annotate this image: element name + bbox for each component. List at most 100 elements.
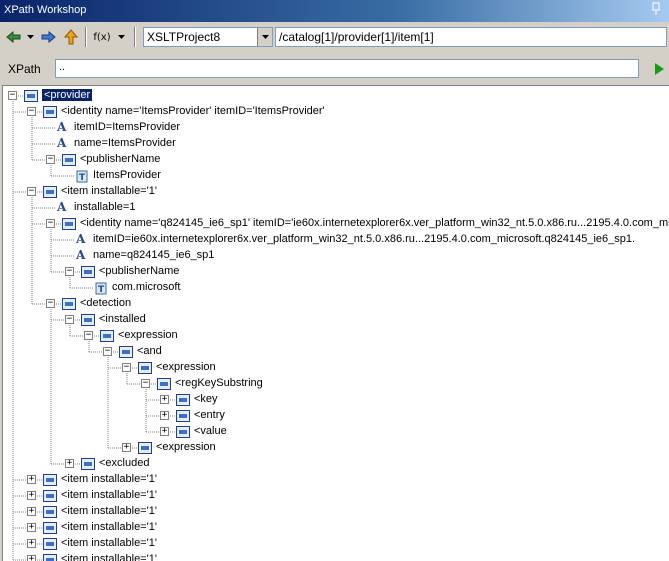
attribute-node-icon: A xyxy=(57,200,67,214)
collapse-node-button[interactable]: − xyxy=(46,155,55,164)
tree-node-label[interactable]: <value xyxy=(194,425,227,437)
tree-node-label[interactable]: itemID=ItemsProvider xyxy=(74,121,180,133)
collapse-node-button[interactable]: − xyxy=(46,299,55,308)
xpath-input[interactable]: .. xyxy=(55,59,639,78)
collapse-node-button[interactable]: − xyxy=(27,187,36,196)
function-dropdown-button[interactable] xyxy=(115,27,127,47)
tree-node-label[interactable]: installable=1 xyxy=(74,201,135,213)
element-node-icon xyxy=(43,554,57,561)
attribute-node-icon: A xyxy=(76,248,86,262)
tree-node-label[interactable]: <publisherName xyxy=(80,153,160,165)
function-button[interactable]: f(x) xyxy=(91,27,113,47)
expand-node-button[interactable]: + xyxy=(27,475,36,484)
forward-button[interactable] xyxy=(38,27,58,47)
tree-node-label[interactable]: <item installable='1' xyxy=(61,521,157,533)
element-node-icon xyxy=(176,394,190,406)
expand-node-button[interactable]: + xyxy=(27,555,36,561)
tree-node-label[interactable]: <item installable='1' xyxy=(61,505,157,517)
element-node-icon xyxy=(43,106,57,118)
up-button[interactable] xyxy=(61,27,81,47)
expand-node-button[interactable]: + xyxy=(27,539,36,548)
title-bar: XPath Workshop xyxy=(0,0,669,22)
expand-node-button[interactable]: + xyxy=(160,411,169,420)
tree-node-label[interactable]: ItemsProvider xyxy=(93,169,161,181)
tree-node-label[interactable]: itemID=ie60x.internetexplorer6x.ver_plat… xyxy=(93,233,635,245)
tree-node-label[interactable]: <and xyxy=(137,345,162,357)
text-node-icon: T xyxy=(76,170,88,183)
project-select[interactable]: XSLTProject8 xyxy=(143,27,273,47)
expand-node-button[interactable]: + xyxy=(27,523,36,532)
expand-node-button[interactable]: + xyxy=(65,459,74,468)
collapse-node-button[interactable]: − xyxy=(103,347,112,356)
element-node-icon xyxy=(43,522,57,534)
collapse-node-button[interactable]: − xyxy=(65,315,74,324)
tree-node-label[interactable]: <item installable='1' xyxy=(61,489,157,501)
collapse-node-button[interactable]: − xyxy=(141,379,150,388)
back-arrow-icon xyxy=(6,30,21,44)
element-node-icon xyxy=(62,154,76,166)
chevron-down-icon[interactable] xyxy=(257,28,272,46)
element-node-icon xyxy=(81,266,95,278)
tree-node-label[interactable]: <installed xyxy=(99,313,146,325)
tree-node-label[interactable]: <expression xyxy=(156,361,216,373)
collapse-node-button[interactable]: − xyxy=(65,267,74,276)
tree-node-label[interactable]: com.microsoft xyxy=(112,281,180,293)
tree-node-label[interactable]: <detection xyxy=(80,297,131,309)
current-path-field[interactable]: /catalog[1]/provider[1]/item[1] xyxy=(275,27,667,47)
play-icon xyxy=(655,63,664,75)
tree-node-label[interactable]: <expression xyxy=(118,329,178,341)
up-arrow-icon xyxy=(64,29,78,45)
tree-node-label[interactable]: <identity name='ItemsProvider' itemID='I… xyxy=(61,105,325,117)
element-node-icon xyxy=(138,362,152,374)
collapse-node-button[interactable]: − xyxy=(84,331,93,340)
xpath-input-value: .. xyxy=(59,61,66,73)
collapse-node-button[interactable]: − xyxy=(27,107,36,116)
selected-tree-node-label[interactable]: <provider xyxy=(42,89,93,101)
xpath-row: XPath .. xyxy=(0,58,669,80)
element-node-icon xyxy=(43,490,57,502)
expand-node-button[interactable]: + xyxy=(27,507,36,516)
tree-node-label[interactable]: <expression xyxy=(156,441,216,453)
element-node-icon xyxy=(81,314,95,326)
element-node-icon xyxy=(43,506,57,518)
element-node-icon xyxy=(62,298,76,310)
svg-text:T: T xyxy=(79,173,86,183)
text-node-icon: T xyxy=(95,282,107,295)
expand-node-button[interactable]: + xyxy=(160,395,169,404)
tree-node-label[interactable]: <excluded xyxy=(99,457,149,469)
expand-node-button[interactable]: + xyxy=(160,427,169,436)
pin-icon[interactable] xyxy=(649,2,663,18)
tree-node-label[interactable]: <regKeySubstring xyxy=(175,377,263,389)
tree-node-label[interactable]: <item installable='1' xyxy=(61,473,157,485)
tree-node-label[interactable]: <entry xyxy=(194,409,225,421)
tree-node-label[interactable]: <publisherName xyxy=(99,265,179,277)
function-label: f(x) xyxy=(93,31,111,43)
tree-node-label[interactable]: <item installable='1' xyxy=(61,553,157,561)
element-node-icon xyxy=(81,458,95,470)
project-select-value: XSLTProject8 xyxy=(147,30,221,44)
back-button[interactable] xyxy=(3,27,25,47)
tree-node-label[interactable]: <identity name='q824145_ie6_sp1' itemID=… xyxy=(80,217,669,229)
svg-text:T: T xyxy=(98,285,105,295)
tree-node-label[interactable]: <key xyxy=(194,393,218,405)
back-dropdown-button[interactable] xyxy=(25,27,35,47)
expand-node-button[interactable]: + xyxy=(27,491,36,500)
forward-arrow-icon xyxy=(41,30,56,44)
element-node-icon xyxy=(176,426,190,438)
chevron-down-icon xyxy=(117,35,125,39)
element-node-icon xyxy=(43,474,57,486)
attribute-node-icon: A xyxy=(76,232,86,246)
collapse-node-button[interactable]: − xyxy=(8,91,17,100)
collapse-node-button[interactable]: − xyxy=(122,363,131,372)
collapse-node-button[interactable]: − xyxy=(46,219,55,228)
tree-node-label[interactable]: name=ItemsProvider xyxy=(74,137,176,149)
xml-tree[interactable]: − <provider − <identity name='ItemsProvider… xyxy=(2,85,669,561)
run-xpath-button[interactable] xyxy=(649,59,669,79)
tree-node-label[interactable]: name=q824145_ie6_sp1 xyxy=(93,249,214,261)
tree-node-label[interactable]: <item installable='1' xyxy=(61,185,157,197)
element-node-icon xyxy=(157,378,171,390)
element-node-icon xyxy=(43,538,57,550)
expand-node-button[interactable]: + xyxy=(122,443,131,452)
tree-node-label[interactable]: <item installable='1' xyxy=(61,537,157,549)
element-node-icon xyxy=(176,410,190,422)
